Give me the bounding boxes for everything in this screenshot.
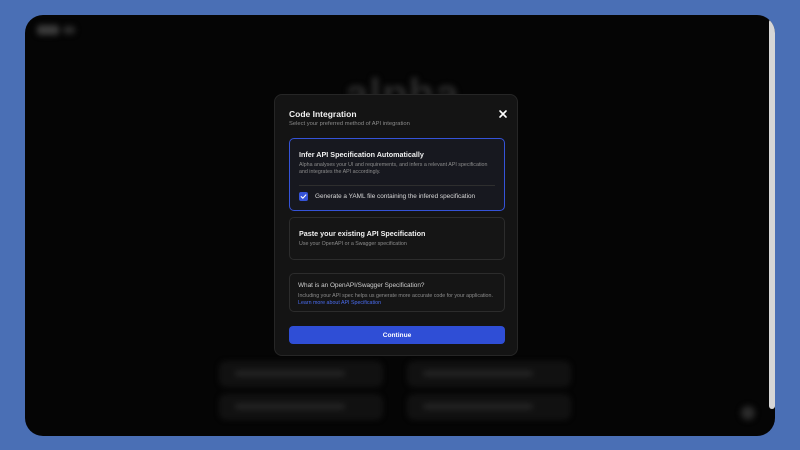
- scrollbar[interactable]: [769, 19, 775, 409]
- info-title: What is an OpenAPI/Swagger Specification…: [298, 282, 425, 289]
- help-icon: [741, 406, 755, 420]
- dialog-subtitle: Select your preferred method of API inte…: [289, 121, 410, 127]
- background-card: [220, 362, 382, 386]
- option-infer-api[interactable]: Infer API Specification Automatically Al…: [289, 138, 505, 211]
- code-integration-dialog: Code Integration Select your preferred m…: [274, 94, 518, 356]
- learn-more-link[interactable]: Learn more about API Specification: [298, 300, 381, 306]
- option-title: Infer API Specification Automatically: [299, 150, 424, 159]
- info-box: What is an OpenAPI/Swagger Specification…: [289, 273, 505, 312]
- divider: [299, 185, 495, 186]
- check-icon: [300, 194, 307, 199]
- nav-placeholder: [63, 26, 75, 34]
- option-description: Alpha analyses your UI and requirements,…: [299, 162, 488, 175]
- logo-icon: [37, 25, 59, 35]
- background-card: [220, 395, 382, 419]
- yaml-checkbox-label: Generate a YAML file containing the infe…: [315, 193, 476, 200]
- continue-button[interactable]: Continue: [289, 326, 505, 344]
- info-description: Including your API spec helps us generat…: [298, 293, 494, 306]
- yaml-checkbox[interactable]: [299, 192, 308, 201]
- option-paste-spec[interactable]: Paste your existing API Specification Us…: [289, 217, 505, 260]
- background-card: [408, 395, 570, 419]
- background-card: [408, 362, 570, 386]
- dialog-title: Code Integration: [289, 109, 357, 119]
- close-icon: [499, 110, 507, 118]
- option-description: Use your OpenAPI or a Swagger specificat…: [299, 241, 407, 247]
- option-title: Paste your existing API Specification: [299, 229, 426, 238]
- close-button[interactable]: [498, 109, 508, 119]
- info-text: Including your API spec helps us generat…: [298, 293, 493, 299]
